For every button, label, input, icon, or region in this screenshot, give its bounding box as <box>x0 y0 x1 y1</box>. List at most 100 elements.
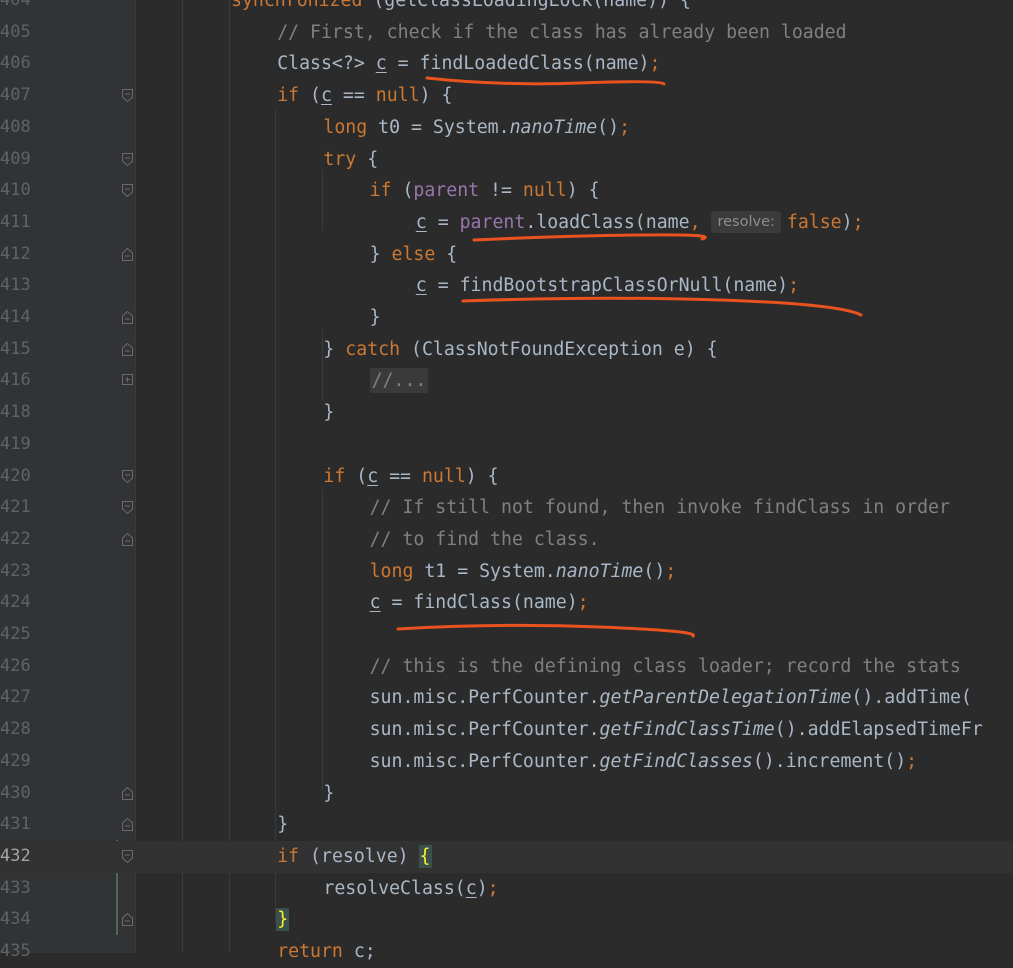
line-number[interactable]: 411 <box>0 207 31 239</box>
line-number[interactable]: 406 <box>0 48 31 80</box>
code-line[interactable]: 433 resolveClass(c); <box>0 873 1013 905</box>
code-text[interactable]: sun.misc.PerfCounter.getFindClasses().in… <box>370 746 918 778</box>
line-number[interactable]: 407 <box>0 80 31 112</box>
line-number[interactable]: 427 <box>0 682 31 714</box>
code-line[interactable]: 409 try { <box>0 144 1013 176</box>
fold-collapse-icon[interactable] <box>122 89 133 103</box>
code-text[interactable]: } <box>276 904 290 936</box>
code-line[interactable]: 431} <box>0 809 1013 841</box>
fold-collapse-icon[interactable] <box>122 469 133 483</box>
code-text[interactable]: if (parent != null) { <box>370 175 600 207</box>
code-text[interactable]: } catch (ClassNotFoundException e) { <box>323 334 717 366</box>
line-number[interactable]: 428 <box>0 714 31 746</box>
fold-end-icon[interactable] <box>122 786 133 800</box>
line-number[interactable]: 414 <box>0 302 31 334</box>
line-number[interactable]: 431 <box>0 809 31 841</box>
code-line[interactable]: 408 long t0 = System.nanoTime(); <box>0 112 1013 144</box>
fold-end-icon[interactable] <box>122 247 133 261</box>
fold-end-icon[interactable] <box>122 532 133 546</box>
code-text[interactable]: c = findBootstrapClassOrNull(name); <box>416 270 799 302</box>
fold-collapse-icon[interactable] <box>122 152 133 166</box>
code-text[interactable]: long t0 = System.nanoTime(); <box>323 112 630 144</box>
line-number[interactable]: 425 <box>0 619 31 651</box>
code-line[interactable]: 429 sun.misc.PerfCounter.getFindClasses()… <box>0 746 1013 778</box>
code-text[interactable]: synchronized (getClassLoadingLock(name))… <box>231 0 691 17</box>
code-line[interactable]: 427 sun.misc.PerfCounter.getParentDelegat… <box>0 682 1013 714</box>
code-editor[interactable]: 404 synchronized (getClassLoadingLock(nam… <box>0 0 1013 962</box>
code-line[interactable]: 412} else { <box>0 239 1013 271</box>
line-number[interactable]: 429 <box>0 746 31 778</box>
code-line[interactable]: 411 c = parent.loadClass(name, resolve: fa… <box>0 207 1013 239</box>
line-number[interactable]: 434 <box>0 904 31 936</box>
code-text[interactable]: // First, check if the class has already… <box>277 17 846 49</box>
line-number[interactable]: 409 <box>0 144 31 176</box>
code-line[interactable]: 405 // First, check if the class has alre… <box>0 17 1013 49</box>
code-text[interactable]: } <box>370 302 381 334</box>
line-number[interactable]: 432 <box>0 841 31 873</box>
fold-end-icon[interactable] <box>122 818 133 832</box>
code-line[interactable]: 434} <box>0 904 1013 936</box>
fold-end-icon[interactable] <box>122 342 133 356</box>
line-number[interactable]: 426 <box>0 651 31 683</box>
code-line[interactable]: 421 // If still not found, then invoke fi… <box>0 492 1013 524</box>
line-number[interactable]: 433 <box>0 873 31 905</box>
line-number[interactable]: 413 <box>0 270 31 302</box>
code-text[interactable]: // If still not found, then invoke findC… <box>370 492 950 524</box>
line-number[interactable]: 419 <box>0 429 31 461</box>
line-number[interactable]: 435 <box>0 936 31 968</box>
line-number[interactable]: 422 <box>0 524 31 556</box>
line-number[interactable]: 423 <box>0 556 31 588</box>
code-text[interactable]: // to find the class. <box>370 524 600 556</box>
line-number[interactable]: 420 <box>0 461 31 493</box>
code-text[interactable]: } <box>277 809 288 841</box>
code-text[interactable]: } <box>323 778 334 810</box>
code-text[interactable]: if (c == null) { <box>277 80 452 112</box>
code-line[interactable]: 419 <box>0 429 1013 461</box>
line-number[interactable]: 410 <box>0 175 31 207</box>
fold-collapse-icon[interactable] <box>122 501 133 515</box>
code-line[interactable]: 426 // this is the defining class loader;… <box>0 651 1013 683</box>
code-line[interactable]: 404 synchronized (getClassLoadingLock(nam… <box>0 0 1013 17</box>
code-line[interactable]: 418} <box>0 397 1013 429</box>
line-number[interactable]: 424 <box>0 587 31 619</box>
code-text[interactable]: return c; <box>277 936 376 968</box>
code-line[interactable]: 435 return c; <box>0 936 1013 968</box>
code-line[interactable]: 413 c = findBootstrapClassOrNull(name); <box>0 270 1013 302</box>
code-text[interactable]: long t1 = System.nanoTime(); <box>370 556 677 588</box>
code-line[interactable]: 425 <box>0 619 1013 651</box>
fold-collapse-icon[interactable] <box>122 849 133 863</box>
code-line[interactable]: 430} <box>0 778 1013 810</box>
code-text[interactable]: if (resolve) { <box>277 841 432 873</box>
code-text[interactable]: Class<?> c = findLoadedClass(name); <box>277 48 660 80</box>
code-text[interactable]: } else { <box>370 239 458 271</box>
line-number[interactable]: 430 <box>0 778 31 810</box>
code-text[interactable]: resolveClass(c); <box>323 873 498 905</box>
line-number[interactable]: 416 <box>0 365 31 397</box>
code-line[interactable]: 406 Class<?> c = findLoadedClass(name); <box>0 48 1013 80</box>
code-line[interactable]: 432 if (resolve) { <box>0 840 1013 873</box>
line-number[interactable]: 418 <box>0 397 31 429</box>
code-text[interactable]: sun.misc.PerfCounter.getFindClassTime().… <box>370 714 983 746</box>
line-number[interactable]: 404 <box>0 0 31 17</box>
code-line[interactable]: 423 long t1 = System.nanoTime(); <box>0 556 1013 588</box>
line-number[interactable]: 408 <box>0 112 31 144</box>
fold-collapse-icon[interactable] <box>122 184 133 198</box>
code-line[interactable]: 422 // to find the class. <box>0 524 1013 556</box>
code-text[interactable]: if (c == null) { <box>323 461 498 493</box>
code-line[interactable]: 420 if (c == null) { <box>0 461 1013 493</box>
code-line[interactable]: 407 if (c == null) { <box>0 80 1013 112</box>
line-number[interactable]: 415 <box>0 334 31 366</box>
fold-expand-icon[interactable] <box>122 374 133 387</box>
code-text[interactable]: c = parent.loadClass(name, resolve: false… <box>416 207 864 239</box>
code-text[interactable]: } <box>323 397 334 429</box>
code-line[interactable]: 424 c = findClass(name); <box>0 587 1013 619</box>
code-line[interactable]: 414} <box>0 302 1013 334</box>
fold-end-icon[interactable] <box>122 913 133 927</box>
code-text[interactable]: try { <box>323 144 378 176</box>
line-number[interactable]: 421 <box>0 492 31 524</box>
fold-end-icon[interactable] <box>122 311 133 324</box>
code-line[interactable]: 415 } catch (ClassNotFoundException e) { <box>0 334 1013 366</box>
code-line[interactable]: 416 //... <box>0 365 1013 397</box>
code-text[interactable]: // this is the defining class loader; re… <box>370 651 961 683</box>
code-text[interactable]: sun.misc.PerfCounter.getParentDelegation… <box>370 682 983 714</box>
